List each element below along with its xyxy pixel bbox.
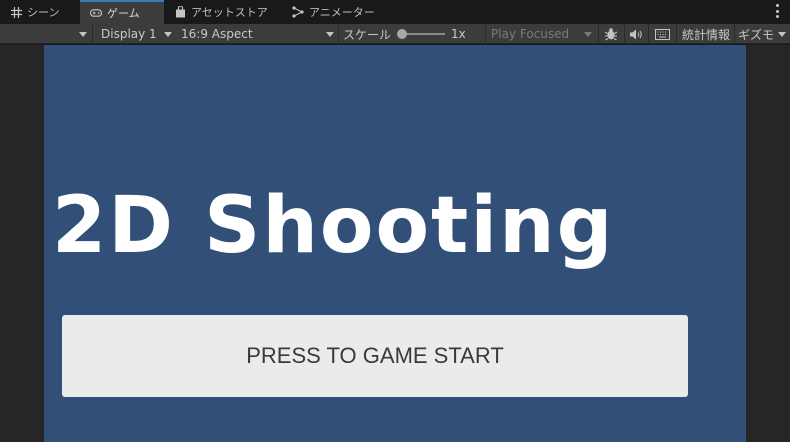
display-label: Display 1 [101, 27, 157, 41]
play-mode-label: Play Focused [491, 27, 570, 41]
tab-asset-store[interactable]: アセットストア [164, 0, 282, 24]
debug-button[interactable] [600, 24, 622, 44]
scale-slider-handle[interactable] [397, 29, 408, 39]
game-title: 2D Shooting [52, 181, 615, 271]
scale-slider[interactable] [397, 29, 446, 39]
scale-control: スケール 1x [343, 24, 483, 44]
tab-animator-label: アニメーター [309, 6, 375, 19]
animator-icon [292, 6, 304, 18]
tab-animator[interactable]: アニメーター [282, 0, 382, 24]
chevron-down-icon [584, 31, 592, 37]
editor-tab-bar: シーン ゲーム アセットストア アニメーター [0, 0, 790, 24]
gizmos-dropdown[interactable]: ギズモ [736, 24, 790, 44]
stats-label: 統計情報 [681, 27, 730, 42]
speaker-icon [629, 29, 642, 39]
chevron-down-icon [326, 31, 334, 37]
gizmos-label: ギズモ [738, 27, 775, 42]
aspect-label: 16:9 Aspect [181, 27, 253, 41]
chevron-down-icon [778, 31, 786, 37]
stats-button[interactable]: 統計情報 [679, 24, 733, 44]
bug-icon [604, 28, 618, 41]
game-view-toolbar: Display 1 16:9 Aspect スケール 1x Play Focus… [0, 24, 790, 44]
game-viewport: 2D Shooting PRESS TO GAME START [0, 45, 790, 442]
scale-value: 1x [451, 27, 466, 41]
tab-scene[interactable]: シーン [0, 0, 80, 24]
tab-scene-label: シーン [27, 6, 60, 19]
aspect-dropdown[interactable]: 16:9 Aspect [178, 24, 338, 44]
keyboard-icon [654, 28, 670, 40]
view-type-dropdown[interactable] [0, 24, 91, 44]
scale-label: スケール [343, 27, 392, 42]
chevron-down-icon [164, 31, 172, 37]
mute-audio-button[interactable] [626, 24, 646, 44]
gamepad-icon [90, 7, 102, 19]
more-options-icon[interactable] [774, 4, 780, 18]
display-dropdown[interactable]: Display 1 [94, 24, 176, 44]
game-canvas: 2D Shooting PRESS TO GAME START [44, 45, 746, 442]
tab-asset-store-label: アセットストア [191, 6, 268, 19]
start-game-button[interactable]: PRESS TO GAME START [62, 315, 688, 397]
chevron-down-icon [79, 31, 87, 37]
bag-icon [174, 6, 186, 18]
tab-game-label: ゲーム [107, 7, 140, 20]
grid-icon [10, 6, 22, 18]
play-mode-dropdown[interactable]: Play Focused [488, 24, 596, 44]
keyboard-shortcuts-button[interactable] [650, 24, 674, 44]
tab-game[interactable]: ゲーム [80, 0, 164, 24]
